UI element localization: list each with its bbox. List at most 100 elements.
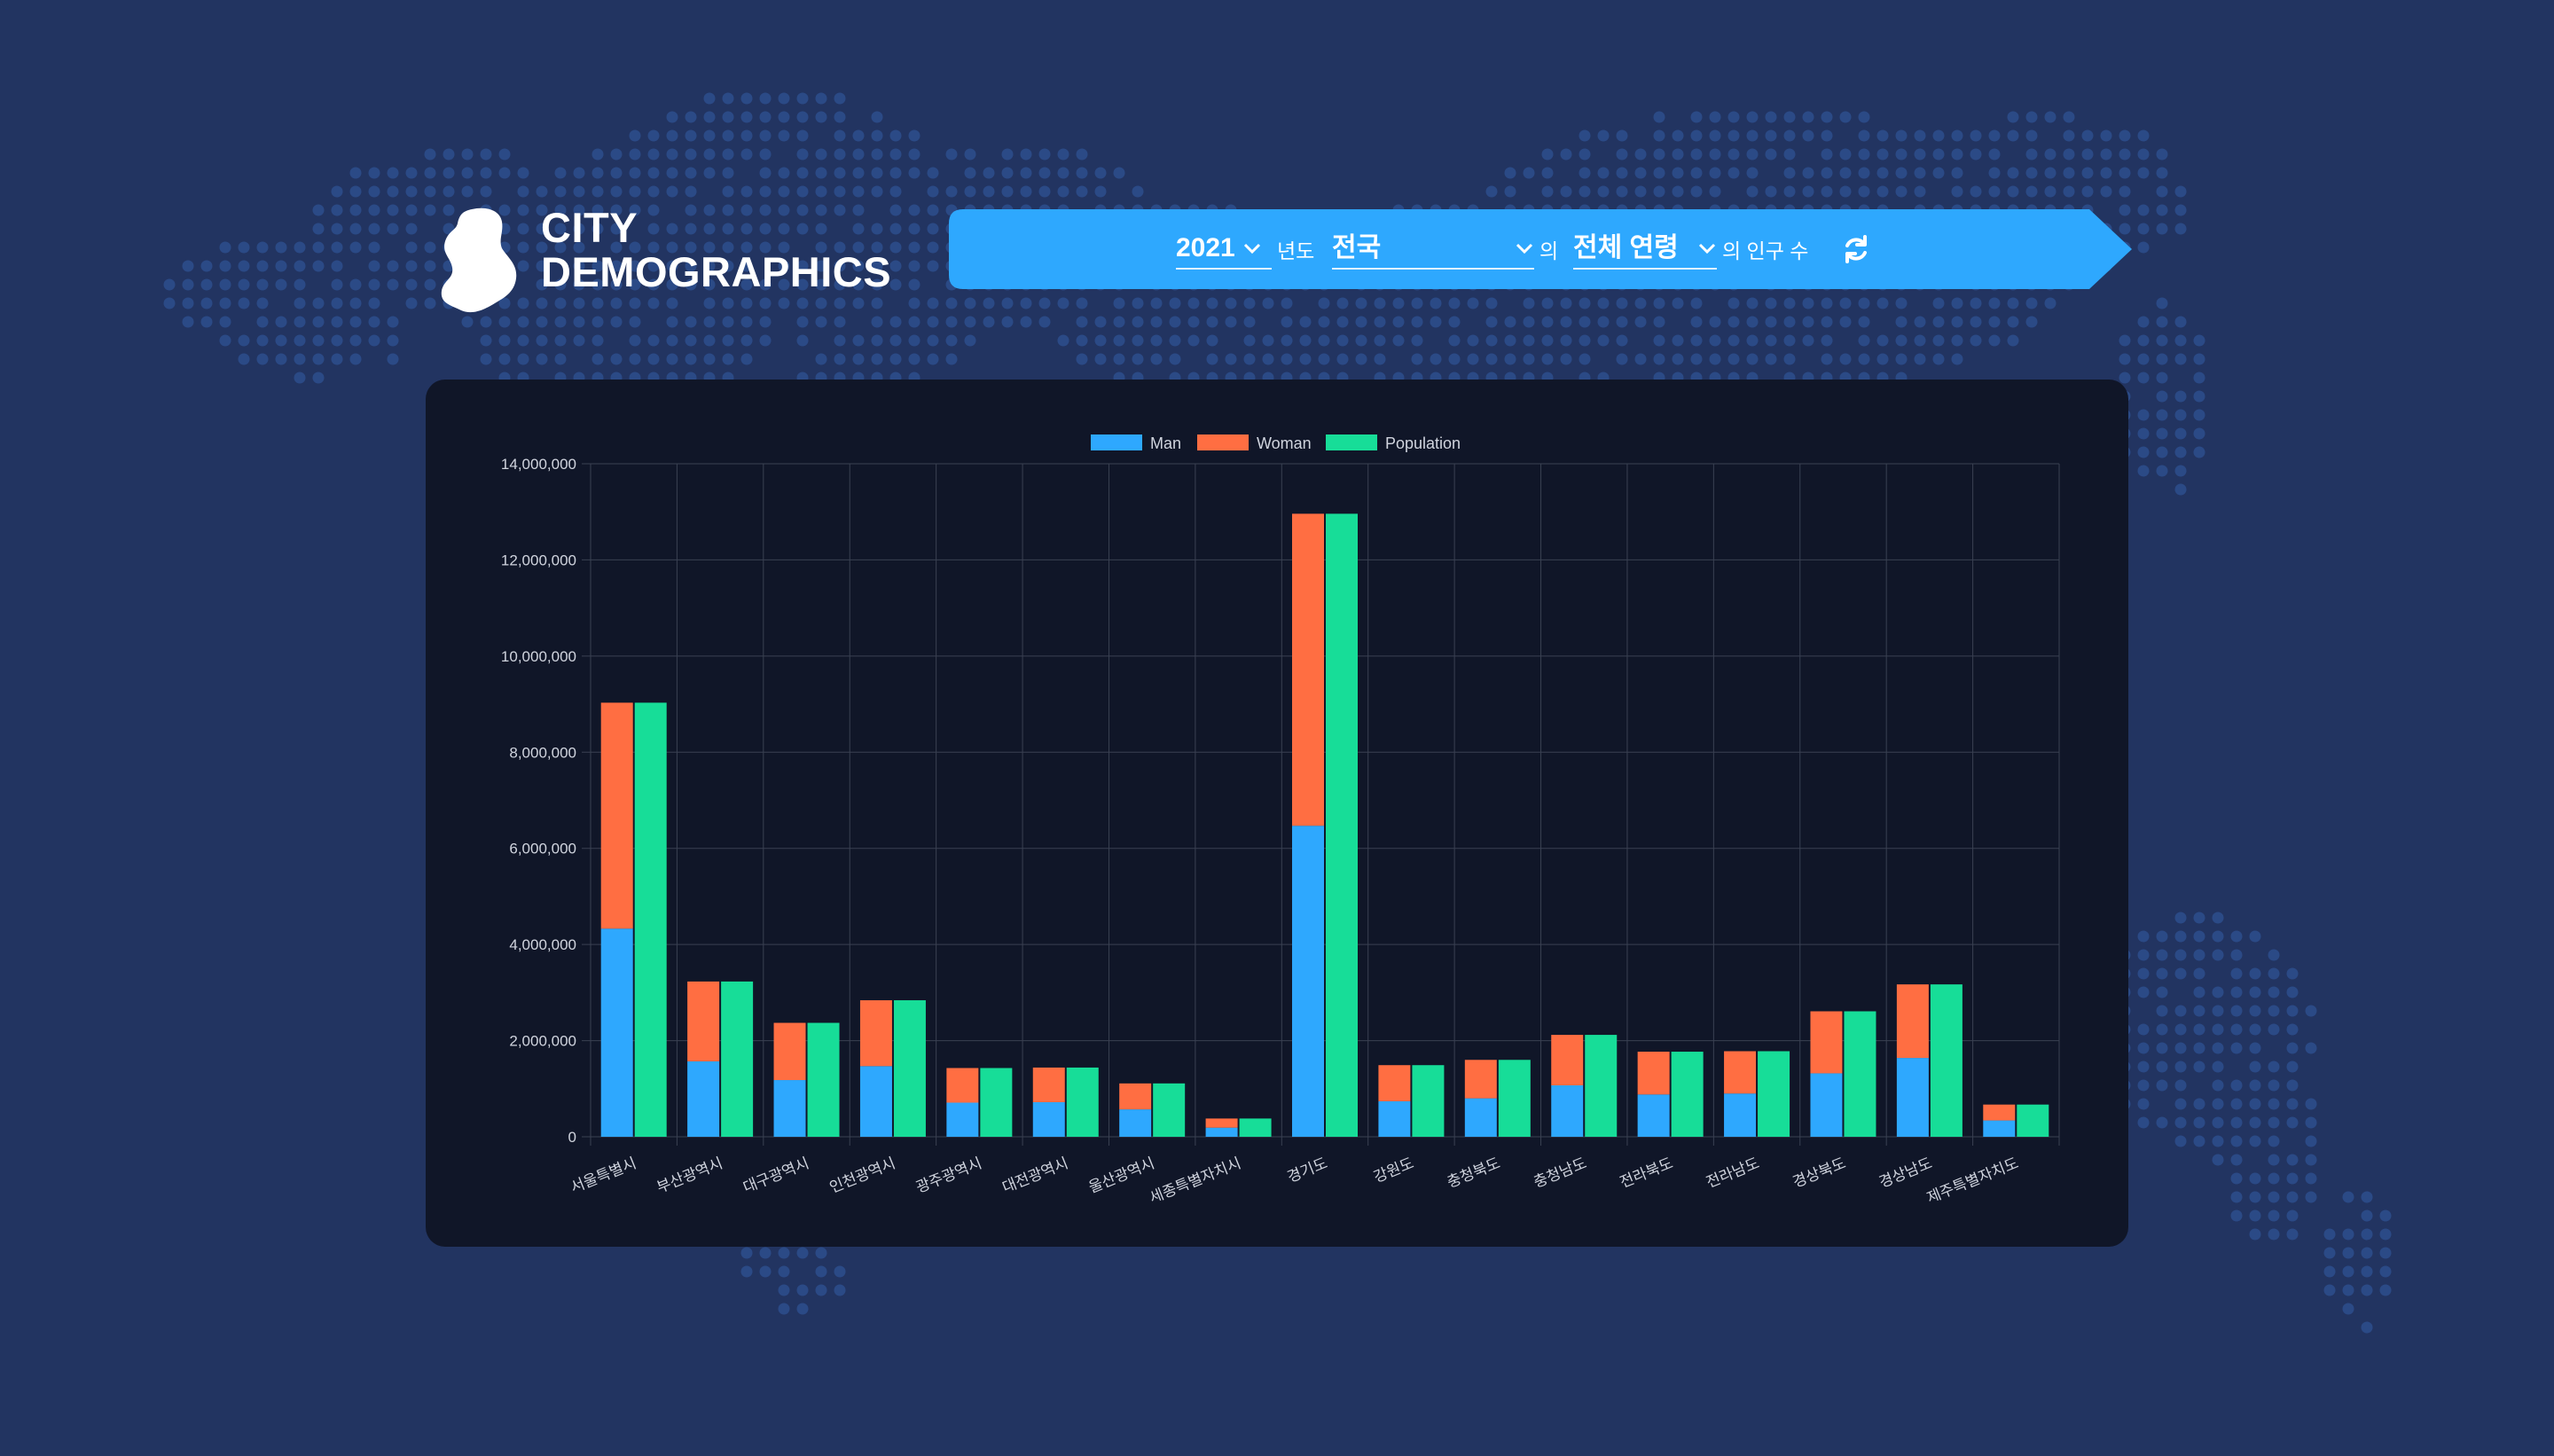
filter-bar: 2021 년도 전국 의 전체 연령 의 인구 수 xyxy=(949,209,2132,289)
map-dot xyxy=(256,334,269,347)
map-dot xyxy=(2025,129,2038,142)
map-dot xyxy=(461,316,474,328)
map-dot xyxy=(1579,129,1591,142)
map-dot xyxy=(889,334,902,347)
map-dot xyxy=(2174,1005,2187,1017)
map-dot xyxy=(554,185,567,198)
map-dot xyxy=(740,1265,753,1278)
map-dot xyxy=(1951,185,1963,198)
year-select[interactable]: 2021 xyxy=(1176,229,1272,270)
map-dot xyxy=(2212,1098,2224,1110)
map-dot xyxy=(2174,316,2187,328)
map-dot xyxy=(1336,297,1349,309)
bar-man xyxy=(1983,1120,2016,1137)
bar-man xyxy=(1551,1084,1584,1137)
map-dot xyxy=(294,316,306,328)
map-dot xyxy=(331,278,343,291)
map-dot xyxy=(368,316,380,328)
map-dot xyxy=(1653,129,1665,142)
age-select[interactable]: 전체 연령 xyxy=(1573,229,1717,270)
map-dot xyxy=(1392,334,1405,347)
map-dot xyxy=(2174,930,2187,943)
map-dot xyxy=(1672,129,1684,142)
map-dot xyxy=(2174,912,2187,924)
map-dot xyxy=(2156,297,2168,309)
korea-map-icon xyxy=(441,207,517,313)
map-dot xyxy=(834,129,846,142)
map-dot xyxy=(312,260,325,272)
map-dot xyxy=(927,316,939,328)
map-dot xyxy=(2137,167,2150,179)
map-dot xyxy=(889,316,902,328)
map-dot xyxy=(1169,334,1181,347)
map-dot xyxy=(1541,334,1554,347)
map-dot xyxy=(1988,316,2001,328)
region-select[interactable]: 전국 xyxy=(1332,229,1534,270)
map-dot xyxy=(1560,353,1572,365)
map-dot xyxy=(815,1284,827,1296)
map-dot xyxy=(2379,1247,2392,1259)
map-dot xyxy=(554,334,567,347)
map-dot xyxy=(331,204,343,216)
map-dot xyxy=(815,111,827,123)
map-dot xyxy=(182,278,194,291)
map-dot xyxy=(1094,334,1107,347)
map-dot xyxy=(1094,185,1107,198)
map-dot xyxy=(2137,129,2150,142)
map-dot xyxy=(1243,316,1256,328)
map-dot xyxy=(349,297,362,309)
map-dot xyxy=(815,148,827,160)
map-dot xyxy=(1783,334,1796,347)
map-dot xyxy=(2100,185,2112,198)
map-dot xyxy=(889,185,902,198)
y-tick-label: 4,000,000 xyxy=(509,936,576,953)
bar-woman xyxy=(1464,1060,1497,1099)
map-dot xyxy=(2137,446,2150,458)
map-dot xyxy=(2156,353,2168,365)
map-dot xyxy=(405,223,418,235)
map-dot xyxy=(2137,1042,2150,1054)
map-dot xyxy=(517,167,529,179)
map-dot xyxy=(871,167,883,179)
map-dot xyxy=(1746,297,1759,309)
map-dot xyxy=(1876,129,1889,142)
map-dot xyxy=(2174,1061,2187,1073)
map-dot xyxy=(312,297,325,309)
map-dot xyxy=(1318,334,1330,347)
map-dot xyxy=(1970,185,1982,198)
map-dot xyxy=(1895,297,1908,309)
map-dot xyxy=(1839,353,1852,365)
bar-woman xyxy=(1205,1118,1238,1128)
map-dot xyxy=(1988,148,2001,160)
map-dot xyxy=(2212,1061,2224,1073)
brand-logo: CITY DEMOGRAPHICS xyxy=(436,206,897,313)
map-dot xyxy=(1876,334,1889,347)
map-dot xyxy=(1243,297,1256,309)
map-dot xyxy=(405,185,418,198)
map-dot xyxy=(2212,912,2224,924)
map-dot xyxy=(1727,129,1740,142)
map-dot xyxy=(349,167,362,179)
map-dot xyxy=(2119,148,2131,160)
map-dot xyxy=(2268,1005,2280,1017)
map-dot xyxy=(1150,353,1163,365)
map-dot xyxy=(591,316,604,328)
map-dot xyxy=(1094,316,1107,328)
map-dot xyxy=(871,353,883,365)
map-dot xyxy=(2230,967,2243,980)
map-dot xyxy=(964,185,976,198)
map-dot xyxy=(2268,1191,2280,1203)
map-dot xyxy=(1895,148,1908,160)
map-dot xyxy=(1951,316,1963,328)
x-tick-label: 광주광역시 xyxy=(913,1155,984,1196)
map-dot xyxy=(2249,1228,2261,1241)
legend-swatch xyxy=(1326,434,1377,450)
map-dot xyxy=(703,111,716,123)
map-dot xyxy=(200,260,213,272)
map-dot xyxy=(1523,297,1535,309)
map-dot xyxy=(554,316,567,328)
map-dot xyxy=(2137,204,2150,216)
map-dot xyxy=(1187,297,1200,309)
refresh-icon[interactable] xyxy=(1841,234,1871,264)
map-dot xyxy=(182,316,194,328)
